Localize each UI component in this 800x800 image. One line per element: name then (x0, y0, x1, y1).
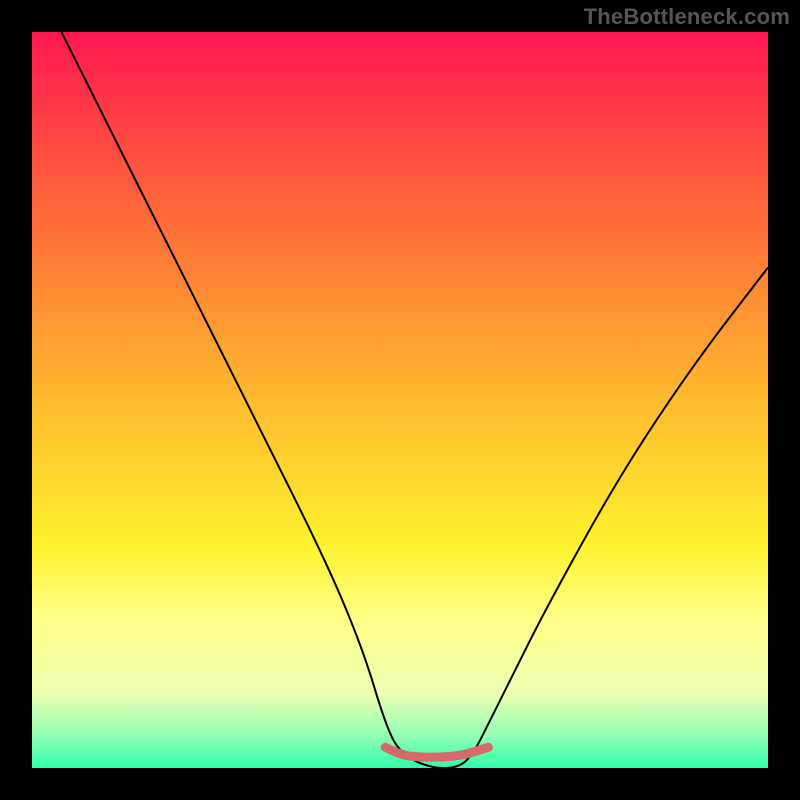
bottleneck-curve (61, 32, 768, 768)
highlight-segment (385, 747, 488, 757)
chart-frame: TheBottleneck.com (0, 0, 800, 800)
watermark-text: TheBottleneck.com (584, 4, 790, 30)
curve-layer (32, 32, 768, 768)
plot-area (32, 32, 768, 768)
